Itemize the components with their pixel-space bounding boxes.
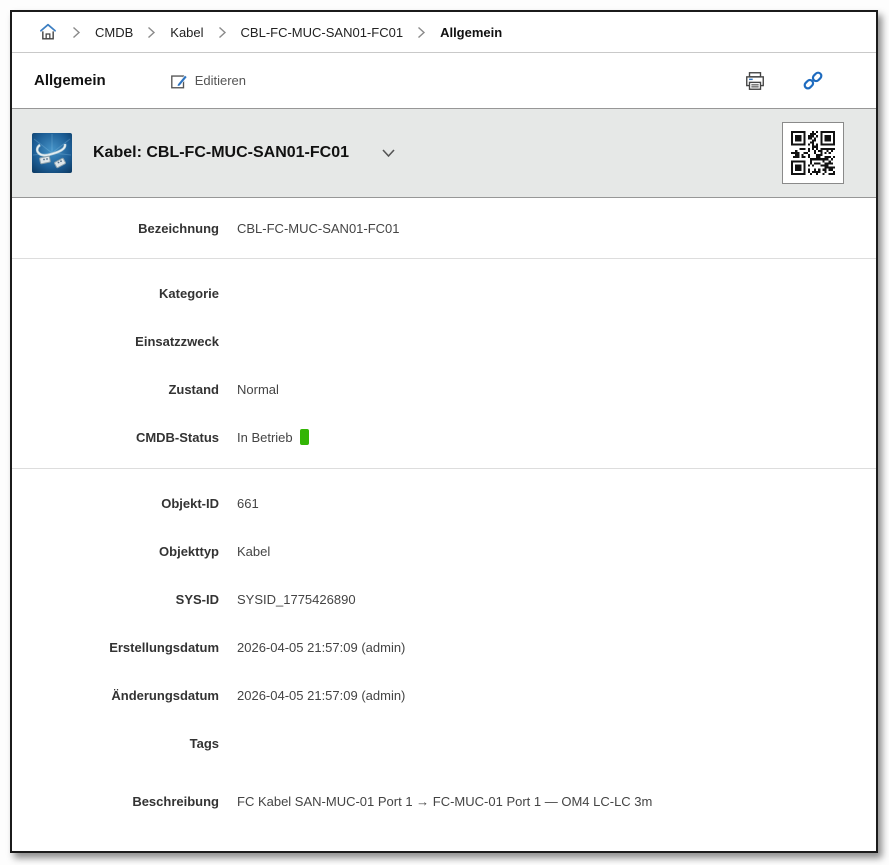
home-icon[interactable] xyxy=(38,22,58,42)
breadcrumb-item-allgemein[interactable]: Allgemein xyxy=(440,25,502,40)
status-badge xyxy=(299,429,309,445)
object-title: Kabel: CBL-FC-MUC-SAN01-FC01 xyxy=(93,144,350,161)
page-title: Allgemein xyxy=(34,72,106,89)
app-window: CMDB Kabel CBL-FC-MUC-SAN01-FC01 Allgeme… xyxy=(10,10,878,853)
field-row: CMDB-Status In Betrieb xyxy=(12,413,876,461)
field-label: Zustand xyxy=(168,381,219,397)
field-row: Zustand Normal xyxy=(12,365,876,413)
field-label: Beschreibung xyxy=(132,793,219,809)
chevron-right-icon xyxy=(218,26,227,39)
field-label: Bezeichnung xyxy=(138,220,219,236)
field-label: CMDB-Status xyxy=(135,429,219,445)
field-value: Kabel xyxy=(237,543,271,559)
chevron-right-icon xyxy=(417,26,426,39)
field-label: Kategorie xyxy=(159,285,219,301)
field-row: Kategorie xyxy=(12,269,876,317)
field-value: In Betrieb xyxy=(237,429,309,445)
field-row: Änderungsdatum 2026-04-05 21:57:09 (admin… xyxy=(12,671,876,719)
qr-code xyxy=(782,122,844,184)
breadcrumb-item-cmdb[interactable]: CMDB xyxy=(95,25,133,40)
category-toolbar: Allgemein Editieren xyxy=(12,53,876,108)
field-value: Normal xyxy=(237,381,279,397)
field-label: Objekttyp xyxy=(159,543,219,559)
chevron-right-icon xyxy=(72,26,81,39)
field-label: Einsatzzweck xyxy=(135,333,219,349)
field-label: SYS-ID xyxy=(175,591,219,607)
edit-button-label: Editieren xyxy=(194,73,246,88)
field-value: CBL-FC-MUC-SAN01-FC01 xyxy=(237,220,400,236)
cable-object-icon xyxy=(32,133,72,173)
field-group: Kategorie Einsatzzweck Zustand Normal CMDB-S… xyxy=(12,259,876,469)
breadcrumb-item-object[interactable]: CBL-FC-MUC-SAN01-FC01 xyxy=(241,25,404,40)
field-value: 661 xyxy=(237,495,259,511)
edit-button[interactable]: Editieren xyxy=(164,68,252,94)
field-row: Tags xyxy=(12,719,876,767)
field-label: Erstellungsdatum xyxy=(109,639,219,655)
field-value: FC Kabel SAN-MUC-01 Port 1 → FC-MUC-01 P… xyxy=(237,793,653,809)
field-group: Objekt-ID 661 Objekttyp Kabel SYS-ID SYSID_17… xyxy=(12,469,876,825)
field-row: Erstellungsdatum 2026-04-05 21:57:09 (adm… xyxy=(12,623,876,671)
field-row: Bezeichnung CBL-FC-MUC-SAN01-FC01 xyxy=(12,204,876,252)
link-icon[interactable] xyxy=(798,66,828,96)
field-value: 2026-04-05 21:57:09 (admin) xyxy=(237,639,406,655)
field-row: Objekttyp Kabel xyxy=(12,527,876,575)
object-header: Kabel: CBL-FC-MUC-SAN01-FC01 xyxy=(12,108,876,198)
edit-icon xyxy=(170,72,188,90)
field-value: 2026-04-05 21:57:09 (admin) xyxy=(237,687,406,703)
field-row: Objekt-ID 661 xyxy=(12,479,876,527)
field-label: Änderungsdatum xyxy=(111,687,219,703)
field-label: Tags xyxy=(189,735,219,751)
chevron-down-icon[interactable] xyxy=(379,146,398,160)
field-row: SYS-ID SYSID_1775426890 xyxy=(12,575,876,623)
chevron-right-icon xyxy=(147,26,156,39)
field-row: Einsatzzweck xyxy=(12,317,876,365)
breadcrumb: CMDB Kabel CBL-FC-MUC-SAN01-FC01 Allgeme… xyxy=(12,12,876,53)
field-value: SYSID_1775426890 xyxy=(237,591,356,607)
breadcrumb-item-kabel[interactable]: Kabel xyxy=(170,25,203,40)
field-row: Beschreibung FC Kabel SAN-MUC-01 Port 1 →… xyxy=(12,777,876,825)
field-group: Bezeichnung CBL-FC-MUC-SAN01-FC01 xyxy=(12,198,876,259)
field-label: Objekt-ID xyxy=(161,495,219,511)
category-content: Bezeichnung CBL-FC-MUC-SAN01-FC01 Kategori… xyxy=(12,198,876,851)
print-icon[interactable] xyxy=(740,66,770,96)
